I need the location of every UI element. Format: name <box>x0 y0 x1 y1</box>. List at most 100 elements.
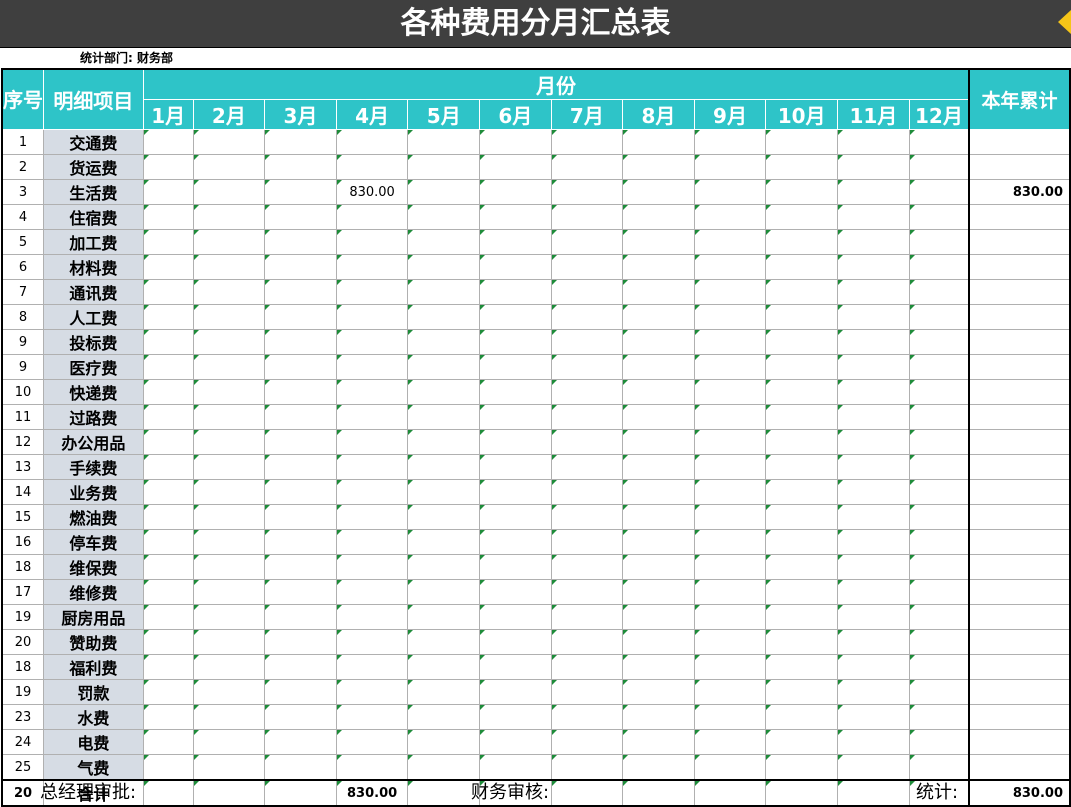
row-item-cell[interactable]: 办公用品 <box>43 429 144 455</box>
month-value-cell[interactable] <box>693 429 767 455</box>
month-value-cell[interactable] <box>407 654 481 680</box>
month-value-cell[interactable] <box>407 404 481 430</box>
month-value-cell[interactable] <box>142 604 194 630</box>
header-month[interactable]: 6月 <box>479 99 552 130</box>
month-value-cell[interactable] <box>407 454 481 480</box>
month-value-cell[interactable] <box>693 329 767 355</box>
month-value-cell[interactable] <box>908 604 970 630</box>
annual-total-cell[interactable] <box>968 354 1071 380</box>
header-month[interactable]: 11月 <box>837 99 910 130</box>
month-value-cell[interactable]: 830.00 <box>335 179 409 205</box>
month-value-cell[interactable] <box>837 354 910 380</box>
month-value-cell[interactable] <box>479 579 552 605</box>
annual-total-cell[interactable] <box>968 379 1071 405</box>
annual-total-cell[interactable] <box>968 304 1071 330</box>
month-value-cell[interactable] <box>622 554 695 580</box>
month-value-cell[interactable] <box>192 504 266 530</box>
month-value-cell[interactable] <box>908 204 970 230</box>
annual-total-cell[interactable] <box>968 729 1071 755</box>
month-value-cell[interactable] <box>550 179 624 205</box>
row-seq-cell[interactable]: 23 <box>1 704 44 730</box>
month-value-cell[interactable] <box>335 229 409 255</box>
month-value-cell[interactable] <box>192 479 266 505</box>
month-value-cell[interactable] <box>622 129 695 155</box>
month-value-cell[interactable] <box>908 154 970 180</box>
month-value-cell[interactable] <box>622 704 695 730</box>
month-value-cell[interactable] <box>142 429 194 455</box>
month-value-cell[interactable] <box>407 154 481 180</box>
month-value-cell[interactable] <box>479 254 552 280</box>
month-value-cell[interactable] <box>622 504 695 530</box>
month-value-cell[interactable] <box>479 529 552 555</box>
month-value-cell[interactable] <box>837 604 910 630</box>
month-value-cell[interactable] <box>142 404 194 430</box>
month-value-cell[interactable] <box>693 404 767 430</box>
month-value-cell[interactable] <box>765 129 839 155</box>
month-value-cell[interactable] <box>837 729 910 755</box>
month-value-cell[interactable] <box>407 179 481 205</box>
annual-total-cell[interactable] <box>968 654 1071 680</box>
month-value-cell[interactable] <box>192 304 266 330</box>
month-value-cell[interactable] <box>550 729 624 755</box>
month-value-cell[interactable] <box>335 254 409 280</box>
row-seq-cell[interactable]: 10 <box>1 379 44 405</box>
month-value-cell[interactable] <box>550 329 624 355</box>
month-value-cell[interactable] <box>335 404 409 430</box>
month-value-cell[interactable] <box>335 529 409 555</box>
month-value-cell[interactable] <box>335 354 409 380</box>
month-value-cell[interactable] <box>693 704 767 730</box>
header-month[interactable]: 9月 <box>693 99 767 130</box>
month-value-cell[interactable] <box>192 329 266 355</box>
row-seq-cell[interactable]: 8 <box>1 304 44 330</box>
month-value-cell[interactable] <box>908 179 970 205</box>
month-value-cell[interactable] <box>550 404 624 430</box>
row-item-cell[interactable]: 医疗费 <box>43 354 144 380</box>
month-value-cell[interactable] <box>550 429 624 455</box>
month-value-cell[interactable] <box>335 629 409 655</box>
month-value-cell[interactable] <box>550 254 624 280</box>
month-value-cell[interactable] <box>837 504 910 530</box>
month-value-cell[interactable] <box>837 279 910 305</box>
annual-total-cell[interactable] <box>968 154 1071 180</box>
row-seq-cell[interactable]: 17 <box>1 579 44 605</box>
month-value-cell[interactable] <box>765 354 839 380</box>
month-value-cell[interactable] <box>550 229 624 255</box>
annual-total-cell[interactable] <box>968 704 1071 730</box>
month-value-cell[interactable] <box>142 504 194 530</box>
month-value-cell[interactable] <box>142 204 194 230</box>
month-value-cell[interactable] <box>192 529 266 555</box>
month-value-cell[interactable] <box>335 129 409 155</box>
month-value-cell[interactable] <box>335 204 409 230</box>
month-value-cell[interactable] <box>335 554 409 580</box>
month-value-cell[interactable] <box>622 204 695 230</box>
month-value-cell[interactable] <box>264 579 337 605</box>
month-value-cell[interactable] <box>550 529 624 555</box>
month-value-cell[interactable] <box>264 604 337 630</box>
month-value-cell[interactable] <box>479 729 552 755</box>
row-item-cell[interactable]: 电费 <box>43 729 144 755</box>
month-value-cell[interactable] <box>142 679 194 705</box>
month-value-cell[interactable] <box>908 704 970 730</box>
month-value-cell[interactable] <box>407 354 481 380</box>
month-value-cell[interactable] <box>693 304 767 330</box>
month-value-cell[interactable] <box>407 279 481 305</box>
month-value-cell[interactable] <box>142 129 194 155</box>
month-value-cell[interactable] <box>765 429 839 455</box>
row-item-cell[interactable]: 加工费 <box>43 229 144 255</box>
month-value-cell[interactable] <box>335 454 409 480</box>
header-month[interactable]: 12月 <box>908 99 970 130</box>
annual-total-cell[interactable] <box>968 629 1071 655</box>
month-value-cell[interactable] <box>479 129 552 155</box>
header-month[interactable]: 5月 <box>407 99 481 130</box>
month-value-cell[interactable] <box>765 479 839 505</box>
month-value-cell[interactable] <box>837 329 910 355</box>
month-value-cell[interactable] <box>837 179 910 205</box>
month-value-cell[interactable] <box>335 379 409 405</box>
month-value-cell[interactable] <box>622 404 695 430</box>
month-value-cell[interactable] <box>693 504 767 530</box>
month-value-cell[interactable] <box>407 729 481 755</box>
month-value-cell[interactable] <box>192 254 266 280</box>
month-value-cell[interactable] <box>264 179 337 205</box>
month-value-cell[interactable] <box>908 504 970 530</box>
month-value-cell[interactable] <box>765 379 839 405</box>
